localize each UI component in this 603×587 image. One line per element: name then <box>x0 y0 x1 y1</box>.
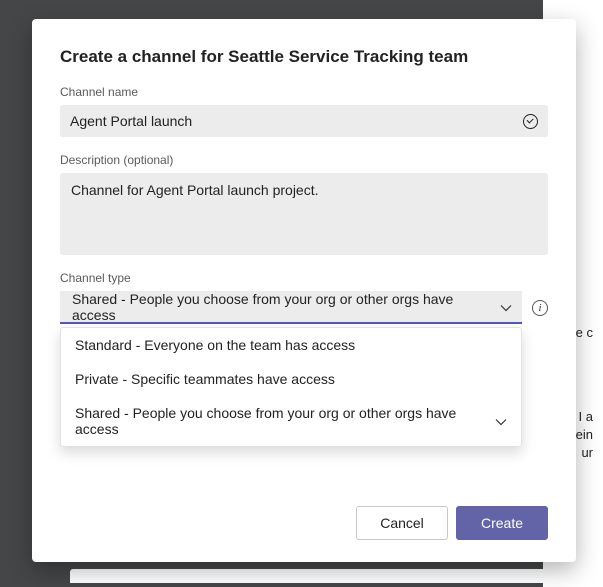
channel-type-selected: Shared - People you choose from your org… <box>72 291 500 323</box>
info-icon[interactable]: i <box>532 300 548 316</box>
channel-type-label: Channel type <box>60 271 548 285</box>
check-icon <box>495 415 507 427</box>
channel-type-select[interactable]: Shared - People you choose from your org… <box>60 291 522 324</box>
channel-name-row <box>60 105 548 137</box>
description-input[interactable] <box>60 173 548 255</box>
option-shared[interactable]: Shared - People you choose from your org… <box>61 396 521 446</box>
bg-panel-bottom <box>70 569 573 583</box>
dialog-title: Create a channel for Seattle Service Tra… <box>60 47 548 67</box>
channel-type-dropdown: Standard - Everyone on the team has acce… <box>60 327 522 447</box>
dialog-footer: Cancel Create <box>60 506 548 540</box>
option-label: Shared - People you choose from your org… <box>75 405 495 437</box>
channel-name-label: Channel name <box>60 85 548 99</box>
option-label: Private - Specific teammates have access <box>75 371 335 387</box>
description-label: Description (optional) <box>60 153 548 167</box>
option-private[interactable]: Private - Specific teammates have access <box>61 362 521 396</box>
option-label: Standard - Everyone on the team has acce… <box>75 337 355 353</box>
chevron-down-icon <box>500 302 510 312</box>
check-circle-icon <box>523 114 538 129</box>
create-button[interactable]: Create <box>456 506 548 540</box>
option-standard[interactable]: Standard - Everyone on the team has acce… <box>61 328 521 362</box>
channel-name-input[interactable] <box>70 113 523 129</box>
create-channel-dialog: Create a channel for Seattle Service Tra… <box>32 19 576 562</box>
cancel-button[interactable]: Cancel <box>356 506 448 540</box>
